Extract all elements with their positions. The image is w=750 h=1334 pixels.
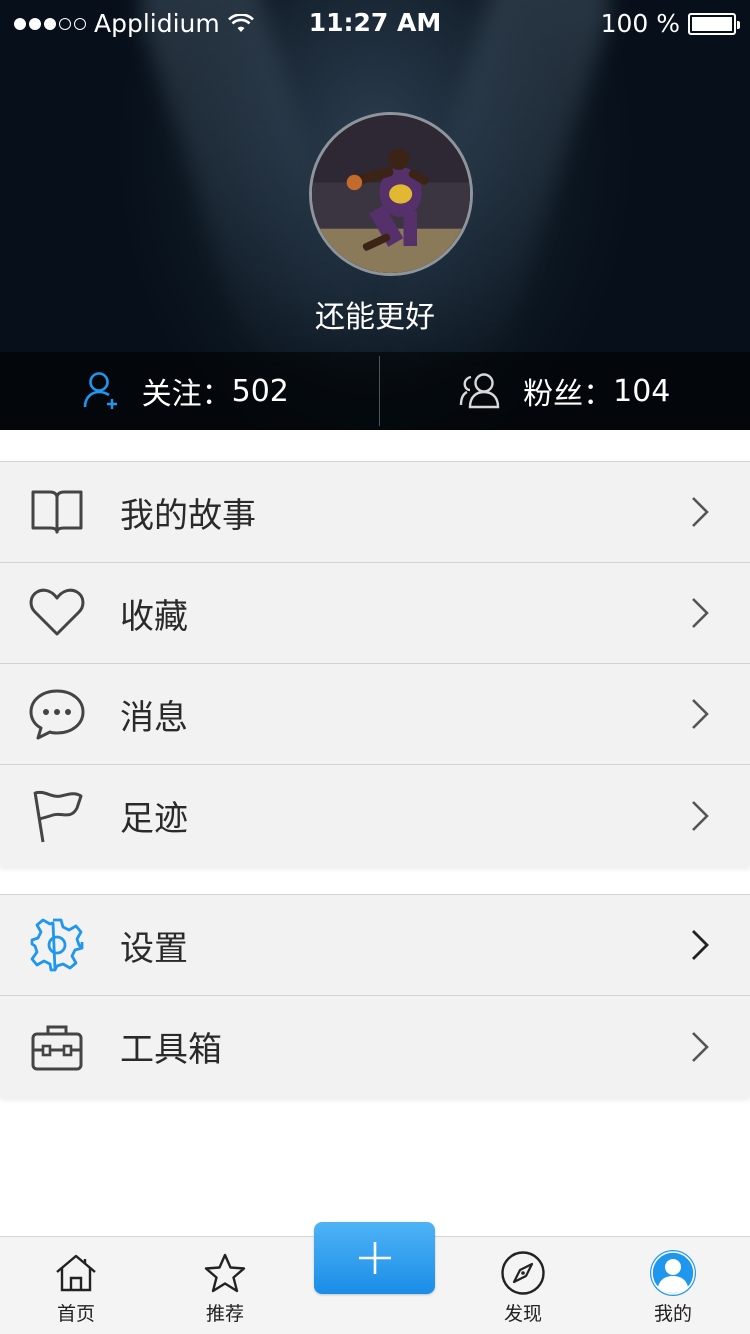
battery-icon [688,12,740,35]
flag-icon [28,787,86,845]
avatar-image [312,115,470,273]
battery-status: 100 % [600,9,740,38]
following-count: 502 [231,373,289,409]
menu-item-toolbox[interactable]: 工具箱 [0,996,750,1097]
heart-icon [28,584,86,642]
menu-group-secondary: 设置 工具箱 [0,894,750,1097]
chat-bubble-icon [28,685,86,743]
chevron-right-icon [692,699,709,729]
chevron-right-icon [692,800,709,831]
following-label: 关注： [141,377,232,412]
followers-label: 粉丝： [523,377,614,412]
profile-stats-bar: 关注： 502 粉丝： 104 [0,352,750,430]
battery-percent: 100 % [600,9,680,38]
chevron-right-icon [692,598,709,628]
chevron-right-icon [692,930,709,960]
tab-label: 推荐 [205,1303,244,1325]
add-post-button[interactable] [314,1222,435,1294]
user-profile-icon [649,1249,697,1297]
following-stat[interactable]: 关注： 502 [0,352,379,430]
menu-item-label: 工具箱 [120,1030,222,1070]
status-bar: Applidium 11:27 AM 100 % [0,0,750,46]
tab-discover[interactable]: 发现 [463,1237,583,1334]
chevron-right-icon [692,1031,709,1062]
tab-label: 发现 [503,1303,542,1325]
menu-group-primary: 我的故事 收藏 消息 足迹 [0,461,750,866]
menu-item-footprints[interactable]: 足迹 [0,765,750,866]
menu-item-label: 足迹 [120,799,188,839]
chevron-right-icon [692,497,709,527]
gear-icon [28,916,86,974]
users-group-icon [459,373,500,409]
followers-count: 104 [613,373,671,409]
menu-item-label: 收藏 [120,596,188,637]
home-icon [54,1249,98,1297]
tab-label: 我的 [653,1303,692,1325]
menu-item-my-stories[interactable]: 我的故事 [0,462,750,563]
menu-item-label: 我的故事 [120,495,256,536]
menu-item-messages[interactable]: 消息 [0,664,750,765]
star-icon [203,1249,247,1297]
menu-item-label: 消息 [120,697,188,738]
tab-recommend[interactable]: 推荐 [165,1237,285,1334]
add-user-icon [83,372,117,409]
menu-item-favorites[interactable]: 收藏 [0,563,750,664]
profile-username: 还能更好 [315,300,435,335]
compass-icon [500,1249,546,1297]
followers-stat[interactable]: 粉丝： 104 [380,352,750,430]
tab-home[interactable]: 首页 [16,1237,136,1334]
profile-header: Applidium 11:27 AM 100 % 还能更好 关注： 502 粉丝… [0,0,750,430]
tab-label: 首页 [56,1303,95,1325]
profile-avatar[interactable] [309,112,473,276]
plus-icon [358,1242,391,1274]
menu-item-settings[interactable]: 设置 [0,895,750,996]
toolbox-icon [28,1018,86,1076]
book-icon [28,483,86,541]
tab-mine[interactable]: 我的 [613,1237,733,1334]
menu-item-label: 设置 [120,928,188,969]
